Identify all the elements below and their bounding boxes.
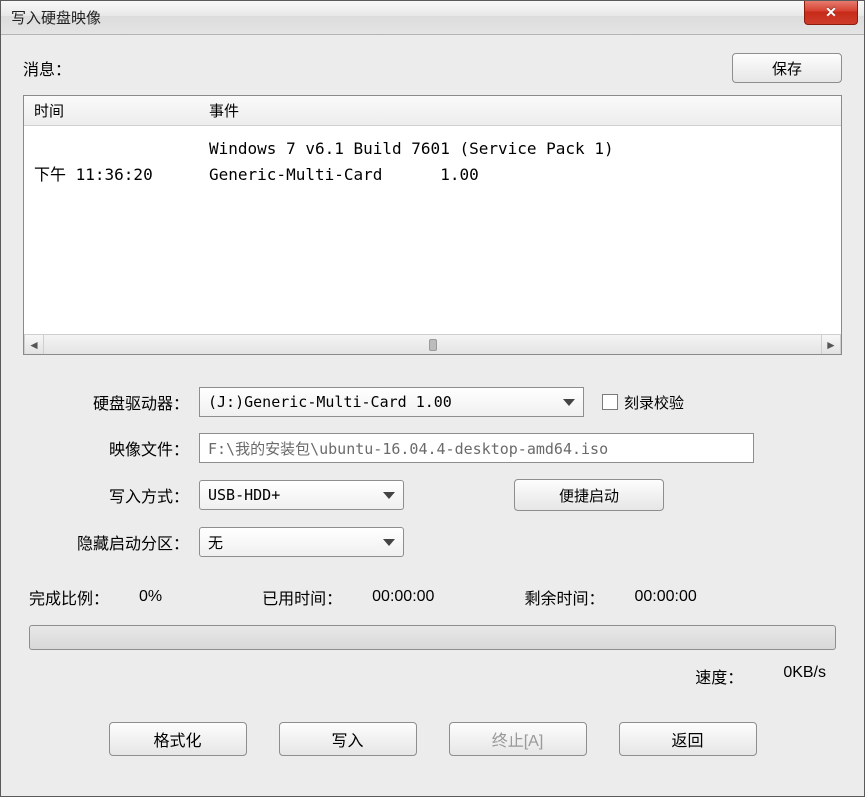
titlebar[interactable]: 写入硬盘映像 ✕ [1, 1, 864, 35]
abort-button[interactable]: 终止[A] [449, 722, 587, 756]
image-path-field[interactable]: F:\我的安装包\ubuntu-16.04.4-desktop-amd64.is… [199, 433, 754, 463]
form-area: 硬盘驱动器： (J:)Generic-Multi-Card 1.00 刻录校验 … [23, 387, 842, 557]
log-row: Windows 7 v6.1 Build 7601 (Service Pack … [34, 136, 831, 162]
log-panel: 时间 事件 Windows 7 v6.1 Build 7601 (Service… [23, 95, 842, 355]
scroll-thumb[interactable] [429, 339, 437, 351]
stats-row: 完成比例： 0% 已用时间： 00:00:00 剩余时间： 00:00:00 [29, 585, 836, 609]
scroll-track[interactable] [44, 339, 821, 351]
remain-value: 00:00:00 [634, 588, 696, 606]
verify-label: 刻录校验 [624, 392, 684, 413]
speed-label: 速度： [695, 664, 743, 688]
verify-checkbox[interactable]: 刻录校验 [602, 392, 684, 413]
save-button[interactable]: 保存 [732, 53, 842, 83]
message-header: 消息： 保存 [23, 53, 842, 83]
row-hide-boot: 隐藏启动分区： 无 [29, 527, 836, 557]
hide-boot-label: 隐藏启动分区： [29, 530, 199, 554]
scroll-left-arrow-icon[interactable]: ◄ [24, 335, 44, 354]
scroll-right-arrow-icon[interactable]: ► [821, 335, 841, 354]
log-body[interactable]: Windows 7 v6.1 Build 7601 (Service Pack … [24, 126, 841, 334]
progress-bar [29, 625, 836, 650]
chevron-down-icon [563, 399, 575, 406]
log-time: 下午 11:36:20 [34, 162, 209, 188]
drive-label: 硬盘驱动器： [29, 390, 199, 414]
elapsed-value: 00:00:00 [372, 588, 434, 606]
log-header-row: 时间 事件 [24, 96, 841, 126]
percent-label: 完成比例： [29, 585, 109, 609]
hide-boot-select[interactable]: 无 [199, 527, 404, 557]
image-path-value: F:\我的安装包\ubuntu-16.04.4-desktop-amd64.is… [208, 438, 608, 459]
remain-label: 剩余时间： [524, 585, 604, 609]
quick-boot-button[interactable]: 便捷启动 [514, 479, 664, 511]
row-drive: 硬盘驱动器： (J:)Generic-Multi-Card 1.00 刻录校验 [29, 387, 836, 417]
row-image: 映像文件： F:\我的安装包\ubuntu-16.04.4-desktop-am… [29, 433, 836, 463]
write-mode-value: USB-HDD+ [208, 486, 280, 504]
log-event: Windows 7 v6.1 Build 7601 (Service Pack … [209, 136, 831, 162]
elapsed-label: 已用时间： [262, 585, 342, 609]
message-label: 消息： [23, 56, 71, 80]
log-col-event[interactable]: 事件 [209, 100, 841, 121]
drive-value: (J:)Generic-Multi-Card 1.00 [208, 393, 452, 411]
log-time [34, 136, 209, 162]
progress-area: 完成比例： 0% 已用时间： 00:00:00 剩余时间： 00:00:00 速… [23, 585, 842, 688]
chevron-down-icon [383, 492, 395, 499]
window-title: 写入硬盘映像 [11, 7, 101, 28]
image-label: 映像文件： [29, 436, 199, 460]
content-area: 消息： 保存 时间 事件 Windows 7 v6.1 Build 7601 (… [1, 35, 864, 796]
close-button[interactable]: ✕ [804, 1, 858, 25]
percent-value: 0% [139, 588, 162, 606]
back-button[interactable]: 返回 [619, 722, 757, 756]
write-mode-select[interactable]: USB-HDD+ [199, 480, 404, 510]
write-mode-label: 写入方式： [29, 483, 199, 507]
dialog-window: 写入硬盘映像 ✕ 消息： 保存 时间 事件 Windows 7 v6.1 Bui… [0, 0, 865, 797]
row-write-mode: 写入方式： USB-HDD+ 便捷启动 [29, 479, 836, 511]
speed-row: 速度： 0KB/s [29, 664, 836, 688]
close-icon: ✕ [825, 4, 837, 21]
checkbox-box [602, 394, 618, 410]
log-row: 下午 11:36:20 Generic-Multi-Card 1.00 [34, 162, 831, 188]
format-button[interactable]: 格式化 [109, 722, 247, 756]
write-button[interactable]: 写入 [279, 722, 417, 756]
drive-select[interactable]: (J:)Generic-Multi-Card 1.00 [199, 387, 584, 417]
hide-boot-value: 无 [208, 532, 223, 553]
speed-value: 0KB/s [783, 664, 826, 688]
chevron-down-icon [383, 539, 395, 546]
button-row: 格式化 写入 终止[A] 返回 [23, 722, 842, 756]
horizontal-scrollbar[interactable]: ◄ ► [24, 334, 841, 354]
log-col-time[interactable]: 时间 [34, 100, 209, 121]
log-event: Generic-Multi-Card 1.00 [209, 162, 831, 188]
